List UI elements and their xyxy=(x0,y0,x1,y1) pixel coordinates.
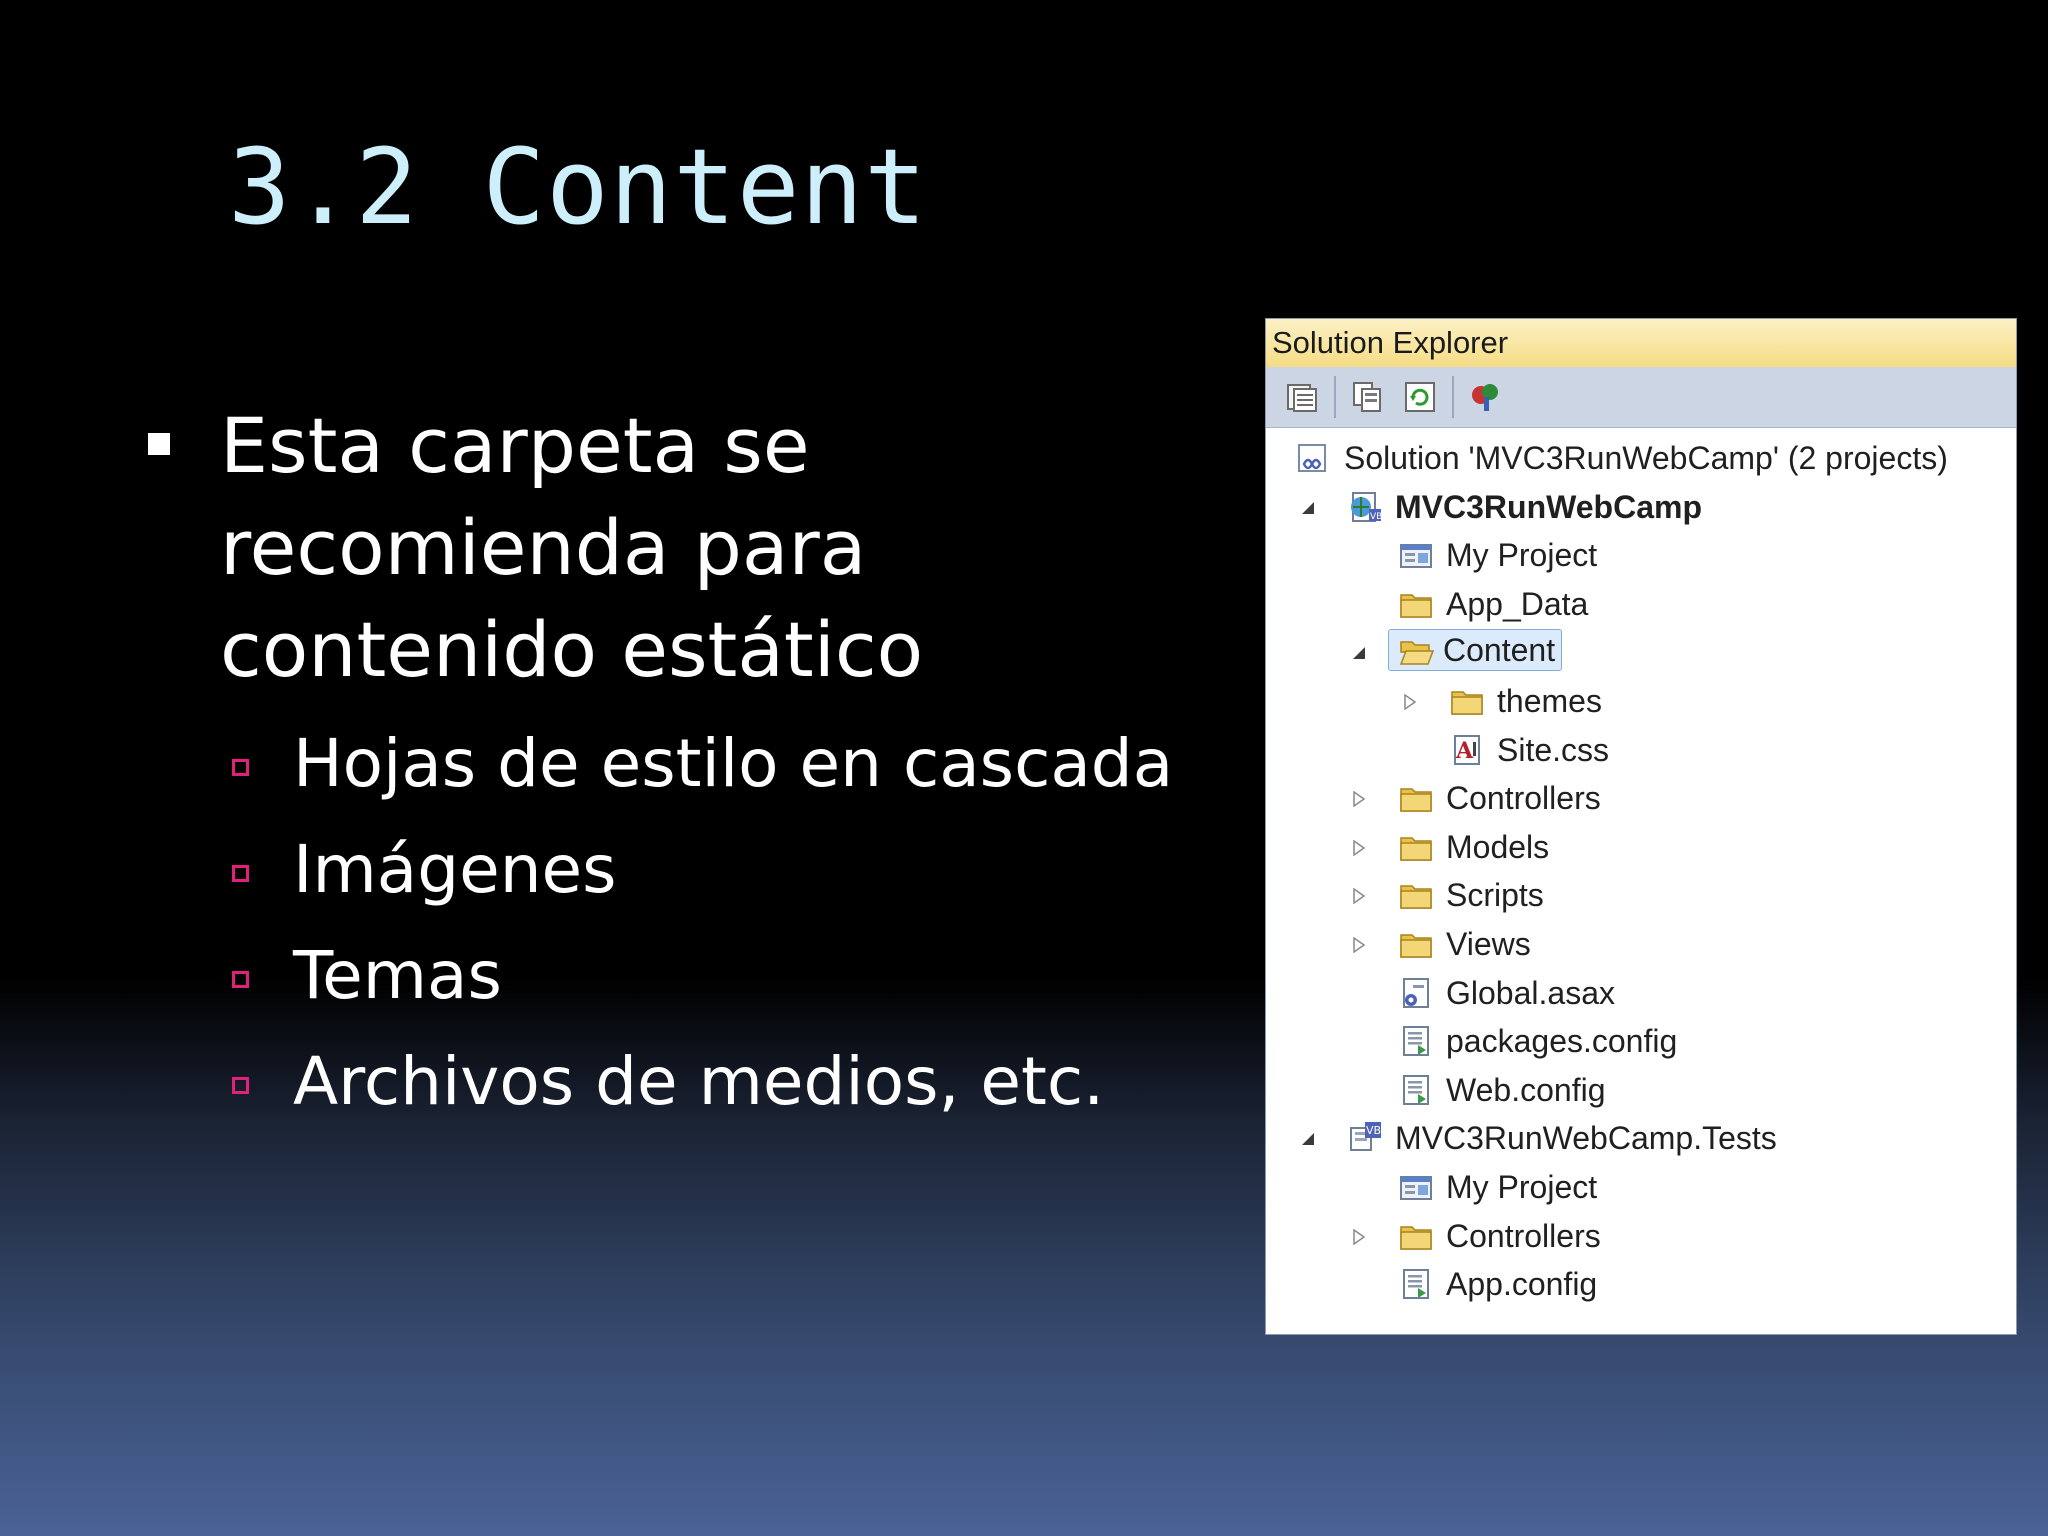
tree-node[interactable]: Global.asax xyxy=(1266,969,2016,1018)
svg-text:VB: VB xyxy=(1366,1124,1381,1137)
tree-node-label: Solution 'MVC3RunWebCamp' (2 projects) xyxy=(1344,440,1948,476)
svg-text:A: A xyxy=(1455,738,1474,764)
expanded-arrow-icon[interactable] xyxy=(1299,1130,1317,1148)
hollow-square-bullet-icon xyxy=(232,1077,249,1094)
svg-text:VB: VB xyxy=(1370,512,1382,522)
tree-node[interactable]: Models xyxy=(1266,823,2016,872)
solution-icon xyxy=(1296,440,1332,476)
toolbar-separator xyxy=(1452,376,1454,418)
tree-node-label: Web.config xyxy=(1446,1071,1606,1108)
solution-tree: Solution 'MVC3RunWebCamp' (2 projects) VB… xyxy=(1266,428,2016,1309)
tree-node[interactable]: themes xyxy=(1266,677,2016,726)
expand-arrow-icon[interactable] xyxy=(1350,1228,1368,1246)
sub-bullet: Temas xyxy=(145,923,1205,1029)
vb-project-icon: VB xyxy=(1347,1120,1383,1156)
tree-node-label: Controllers xyxy=(1446,780,1601,817)
config-file-icon xyxy=(1398,1266,1434,1302)
tree-node-label: themes xyxy=(1497,682,1602,719)
tree-node[interactable]: VB MVC3RunWebCamp xyxy=(1266,483,2016,532)
tree-node-label: Views xyxy=(1446,925,1531,962)
tree-node-label: My Project xyxy=(1446,537,1598,574)
expand-arrow-icon[interactable] xyxy=(1350,887,1368,905)
tree-node[interactable]: A Site.css xyxy=(1266,726,2016,775)
css-file-icon: A xyxy=(1449,732,1485,768)
tree-node[interactable]: My Project xyxy=(1266,1163,2016,1212)
tree-node-label: Scripts xyxy=(1446,877,1544,914)
main-bullet: Esta carpeta se recomienda para contenid… xyxy=(145,395,1205,701)
tree-node[interactable]: Controllers xyxy=(1266,1212,2016,1261)
hollow-square-bullet-icon xyxy=(232,971,249,988)
sub-bullet: Imágenes xyxy=(145,817,1205,923)
refresh-icon[interactable] xyxy=(1400,377,1440,417)
web-project-icon: VB xyxy=(1347,489,1383,525)
tree-node[interactable]: Web.config xyxy=(1266,1066,2016,1115)
tree-node[interactable]: packages.config xyxy=(1266,1017,2016,1066)
class-diagram-icon[interactable] xyxy=(1466,377,1506,417)
tree-node-label: MVC3RunWebCamp.Tests xyxy=(1395,1120,1777,1157)
square-bullet-icon xyxy=(148,433,170,455)
tree-node-label: Controllers xyxy=(1446,1217,1601,1254)
folder-icon xyxy=(1398,586,1434,622)
open-folder-icon xyxy=(1398,634,1435,670)
tree-node-label: App_Data xyxy=(1446,585,1589,622)
bullet-list: Esta carpeta se recomienda para contenid… xyxy=(145,395,1205,1135)
config-file-icon xyxy=(1398,1023,1434,1059)
sub-bullet-text: Temas xyxy=(293,937,502,1014)
expanded-arrow-icon[interactable] xyxy=(1350,644,1368,662)
folder-icon xyxy=(1449,683,1485,719)
tree-node[interactable]: Controllers xyxy=(1266,774,2016,823)
tree-node-label: Site.css xyxy=(1497,731,1610,768)
tree-node-label: Models xyxy=(1446,828,1550,865)
folder-icon xyxy=(1398,780,1434,816)
expand-arrow-icon[interactable] xyxy=(1401,693,1419,711)
tree-node-label: App.config xyxy=(1446,1266,1598,1303)
solution-explorer-panel: Solution Explorer Solution 'MVC3RunWebCa… xyxy=(1265,318,2017,1335)
slide-title: 3.2 Content xyxy=(228,126,928,248)
expand-arrow-icon[interactable] xyxy=(1350,790,1368,808)
expanded-arrow-icon[interactable] xyxy=(1299,499,1317,517)
tree-node-label: Global.asax xyxy=(1446,974,1615,1011)
expand-arrow-icon[interactable] xyxy=(1350,936,1368,954)
sub-bullet: Hojas de estilo en cascada xyxy=(145,711,1205,817)
tree-node[interactable]: Views xyxy=(1266,920,2016,969)
folder-icon xyxy=(1398,829,1434,865)
sub-bullet-text: Imágenes xyxy=(293,831,617,908)
tree-node[interactable]: VB MVC3RunWebCamp.Tests xyxy=(1266,1114,2016,1163)
asax-file-icon xyxy=(1398,975,1434,1011)
tree-node[interactable]: Content xyxy=(1266,628,2016,677)
main-bullet-text: Esta carpeta se recomienda para contenid… xyxy=(220,401,924,694)
sub-bullet: Archivos de medios, etc. xyxy=(145,1029,1205,1135)
tree-node[interactable]: Scripts xyxy=(1266,871,2016,920)
hollow-square-bullet-icon xyxy=(232,759,249,776)
solution-explorer-toolbar xyxy=(1266,367,2016,428)
tree-node-label: MVC3RunWebCamp xyxy=(1395,488,1702,525)
sub-bullet-text: Archivos de medios, etc. xyxy=(293,1043,1105,1120)
folder-icon xyxy=(1398,877,1434,913)
my-project-icon xyxy=(1398,1169,1434,1205)
hollow-square-bullet-icon xyxy=(232,865,249,882)
sub-bullet-text: Hojas de estilo en cascada xyxy=(293,725,1174,802)
tree-node[interactable]: Solution 'MVC3RunWebCamp' (2 projects) xyxy=(1266,434,2016,483)
tree-node-label: packages.config xyxy=(1446,1023,1678,1060)
config-file-icon xyxy=(1398,1072,1434,1108)
tree-node[interactable]: App.config xyxy=(1266,1260,2016,1309)
expand-arrow-icon[interactable] xyxy=(1350,839,1368,857)
my-project-icon xyxy=(1398,537,1434,573)
show-all-files-icon[interactable] xyxy=(1348,377,1388,417)
solution-explorer-title: Solution Explorer xyxy=(1266,319,2016,367)
tree-node[interactable]: My Project xyxy=(1266,531,2016,580)
toolbar-separator xyxy=(1334,376,1336,418)
tree-node-label: My Project xyxy=(1446,1168,1598,1205)
properties-icon[interactable] xyxy=(1282,377,1322,417)
folder-icon xyxy=(1398,1218,1434,1254)
tree-node[interactable]: App_Data xyxy=(1266,580,2016,629)
folder-icon xyxy=(1398,926,1434,962)
